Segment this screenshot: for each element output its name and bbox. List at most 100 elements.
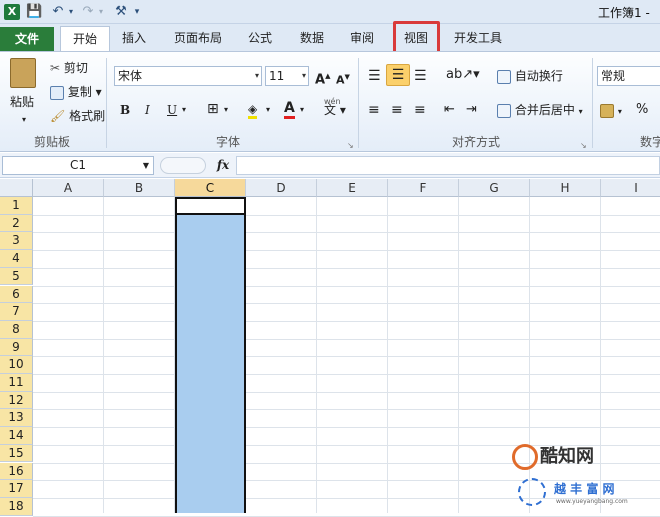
row-header-5[interactable]: 5 [0, 267, 33, 286]
merge-center-button[interactable]: 合并后居中 ▾ [497, 100, 583, 120]
grow-font-button[interactable]: A▲ [315, 66, 330, 88]
bold-button[interactable]: B [120, 100, 130, 120]
copy-button[interactable]: 复制 ▾ [50, 82, 102, 102]
column-header-a[interactable]: A [33, 179, 104, 197]
select-all-corner[interactable] [0, 179, 33, 197]
currency-button[interactable]: ▾ [600, 100, 622, 120]
row-gridline [33, 320, 660, 322]
column-header-h[interactable]: H [530, 179, 601, 197]
italic-button[interactable]: I [145, 100, 150, 120]
cut-button[interactable]: ✂ 剪切 [50, 58, 88, 78]
row-header-12[interactable]: 12 [0, 391, 33, 410]
row-header-4[interactable]: 4 [0, 250, 33, 268]
align-top-icon[interactable]: ☰ [368, 66, 381, 86]
grow-font-label: A [315, 72, 326, 88]
row-gridline [33, 232, 660, 234]
tab-page-layout[interactable]: 页面布局 [164, 26, 232, 51]
tools-icon[interactable]: ⚒ [112, 3, 130, 21]
phonetic-label: wén [324, 97, 341, 106]
align-left-icon[interactable]: ≡ [368, 100, 380, 120]
paste-button[interactable]: 粘贴 [10, 92, 34, 112]
row-header-3[interactable]: 3 [0, 232, 33, 251]
row-gridline [33, 409, 660, 411]
column-header-e[interactable]: E [317, 179, 388, 197]
borders-icon[interactable]: ⊞ [207, 99, 219, 119]
formula-input[interactable] [236, 156, 660, 175]
font-name-select[interactable]: 宋体 ▾ [114, 66, 262, 86]
row-header-9[interactable]: 9 [0, 338, 33, 357]
separator [592, 58, 593, 148]
tab-formulas[interactable]: 公式 [238, 26, 282, 51]
number-format-select[interactable]: 常规 [597, 66, 660, 86]
font-size-select[interactable]: 11 ▾ [265, 66, 309, 86]
paste-dropdown-icon[interactable]: ▾ [22, 110, 26, 130]
wrap-text-label: 自动换行 [514, 69, 563, 83]
column-header-d[interactable]: D [246, 179, 317, 197]
column-header-f[interactable]: F [388, 179, 459, 197]
undo-icon[interactable]: ↶ [50, 3, 66, 21]
row-header-2[interactable]: 2 [0, 214, 33, 233]
tab-data[interactable]: 数据 [290, 26, 334, 51]
wrap-text-button[interactable]: 自动换行 [497, 66, 563, 86]
borders-dropdown-icon[interactable]: ▾ [224, 100, 228, 120]
watermark-brand: 酷知网 [540, 446, 594, 467]
format-painter-button[interactable]: 🖌 格式刷 [50, 106, 105, 126]
font-color-icon[interactable]: A [284, 98, 295, 119]
row-header-13[interactable]: 13 [0, 409, 33, 428]
window-title: 工作簿1 - [598, 6, 650, 20]
clipboard-group-label: 剪贴板 [33, 135, 70, 149]
row-header-7[interactable]: 7 [0, 303, 33, 321]
selected-column-c[interactable] [175, 197, 246, 513]
formula-bar-resize-handle[interactable] [160, 157, 206, 174]
align-bottom-icon[interactable]: ☰ [414, 66, 427, 86]
row-header-15[interactable]: 15 [0, 444, 33, 463]
column-header-i[interactable]: I [601, 179, 660, 197]
customize-qat-icon[interactable]: ▾ [132, 3, 142, 21]
row-header-10[interactable]: 10 [0, 356, 33, 374]
insert-function-icon[interactable]: fx [212, 156, 234, 175]
paste-icon[interactable] [10, 58, 36, 88]
save-icon[interactable]: 💾 [26, 3, 42, 21]
decrease-indent-icon[interactable]: ⇤ [444, 100, 455, 120]
shrink-font-button[interactable]: A▼ [336, 67, 350, 87]
tab-insert[interactable]: 插入 [112, 26, 156, 51]
row-header-1[interactable]: 1 [0, 197, 33, 215]
row-header-14[interactable]: 14 [0, 427, 33, 445]
font-color-dropdown-icon[interactable]: ▾ [300, 100, 304, 120]
name-box[interactable]: C1 ▼ [2, 156, 154, 175]
tab-home[interactable]: 开始 [60, 26, 110, 52]
orientation-icon[interactable]: ab↗▾ [446, 65, 480, 85]
phonetic-button[interactable]: wén 文 ▾ [324, 97, 346, 120]
row-header-8[interactable]: 8 [0, 320, 33, 339]
ribbon-home: 粘贴 ▾ ✂ 剪切 复制 ▾ 🖌 格式刷 剪贴板 宋体 ▾ 11 ▾ A▲ A▼ B… [0, 51, 660, 152]
align-right-icon[interactable]: ≡ [414, 100, 426, 120]
row-header-17[interactable]: 17 [0, 480, 33, 498]
column-header-c[interactable]: C [175, 179, 246, 197]
undo-dropdown-icon[interactable]: ▾ [66, 3, 76, 21]
column-gridline [103, 197, 104, 513]
redo-dropdown-icon[interactable]: ▾ [96, 3, 106, 21]
align-center-icon[interactable]: ≡ [391, 100, 403, 120]
underline-button[interactable]: U [167, 100, 177, 120]
row-header-16[interactable]: 16 [0, 462, 33, 481]
percent-button[interactable]: % [636, 100, 648, 120]
column-header-g[interactable]: G [459, 179, 530, 197]
column-gridline [387, 197, 388, 513]
row-header-6[interactable]: 6 [0, 285, 33, 304]
format-painter-label: 格式刷 [69, 109, 106, 123]
active-cell-c1[interactable] [175, 197, 246, 215]
column-header-b[interactable]: B [104, 179, 175, 197]
tab-developer[interactable]: 开发工具 [446, 26, 510, 51]
underline-dropdown-icon[interactable]: ▾ [182, 100, 186, 120]
fill-color-dropdown-icon[interactable]: ▾ [266, 100, 270, 120]
tab-file[interactable]: 文件 [0, 27, 54, 51]
tab-review[interactable]: 审阅 [340, 26, 384, 51]
font-name-value: 宋体 [118, 69, 143, 83]
redo-icon[interactable]: ↷ [80, 3, 96, 21]
watermark-circle-icon [518, 478, 546, 506]
align-middle-icon[interactable]: ☰ [386, 64, 410, 86]
row-header-11[interactable]: 11 [0, 374, 33, 392]
fill-color-icon[interactable]: ◈ [248, 99, 258, 119]
increase-indent-icon[interactable]: ⇥ [466, 100, 477, 120]
name-box-value: C1 [69, 158, 86, 172]
